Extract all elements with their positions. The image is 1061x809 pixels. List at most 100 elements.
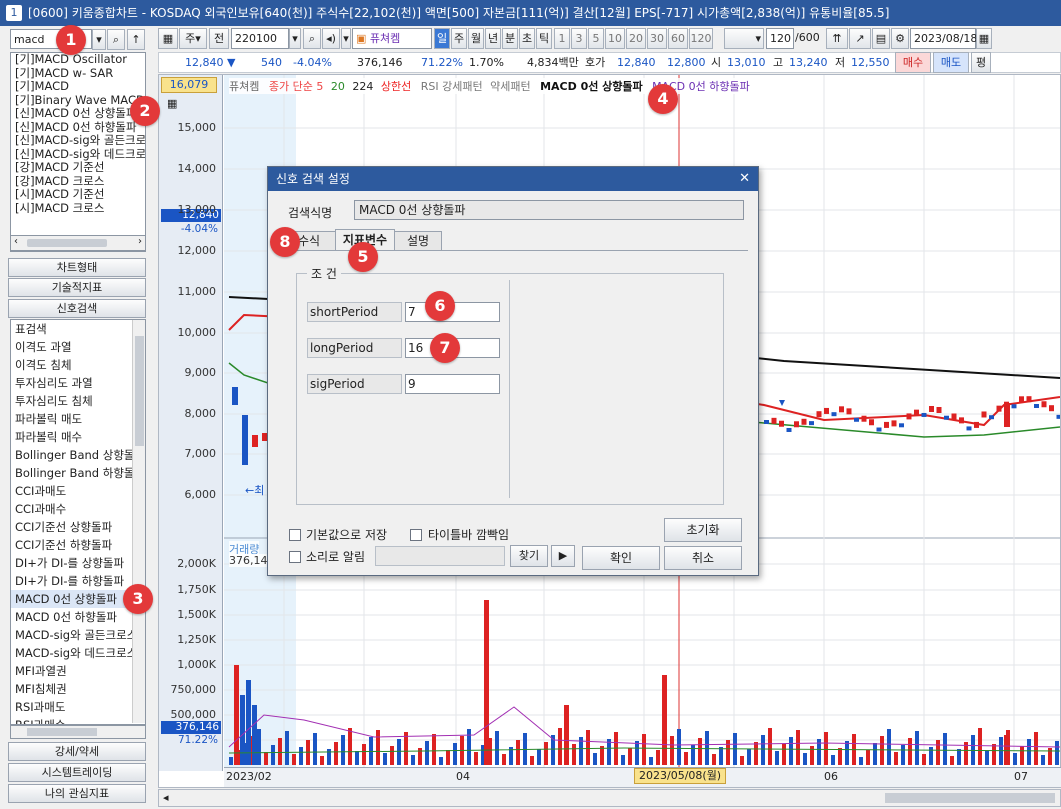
signal-list-item[interactable]: DI+가 DI-를 하향돌파 bbox=[11, 572, 145, 590]
signal-list-item[interactable]: 투자심리도 과열 bbox=[11, 374, 145, 392]
signal-list-item[interactable]: DI+가 DI-를 상향돌파 bbox=[11, 554, 145, 572]
find-button[interactable]: 찾기 bbox=[510, 545, 548, 567]
indicator-list-item[interactable]: [시]MACD 크로스 bbox=[11, 202, 145, 216]
tab-description[interactable]: 설명 bbox=[394, 231, 442, 251]
signal-list-item[interactable]: 파라볼릭 매도 bbox=[11, 410, 145, 428]
hscroll-thumb[interactable] bbox=[27, 728, 97, 736]
period-select[interactable]: 주▾ bbox=[179, 28, 207, 49]
chart-scroll-thumb[interactable] bbox=[885, 793, 1055, 803]
add-indicator-button[interactable]: ⇈ bbox=[826, 28, 848, 49]
stock-code-input[interactable]: 220100 bbox=[231, 28, 289, 49]
signal-list-item[interactable]: 이격도 과열 bbox=[11, 338, 145, 356]
count-preset-button[interactable]: 5 bbox=[588, 28, 604, 49]
signal-list-item[interactable]: 투자심리도 침체 bbox=[11, 392, 145, 410]
param-input-sig[interactable]: 9 bbox=[405, 374, 500, 394]
count-preset-button[interactable]: 20 bbox=[626, 28, 646, 49]
signal-list-item[interactable]: CCI기준선 하향돌파 bbox=[11, 536, 145, 554]
indicator-list-item[interactable]: [기]MACD w- SAR bbox=[11, 67, 145, 81]
search-dropdown-button[interactable]: ▾ bbox=[92, 29, 106, 50]
date-input[interactable]: 2023/08/18 bbox=[910, 28, 977, 49]
calendar-button[interactable]: ▦ bbox=[976, 28, 992, 49]
count-preset-button[interactable]: 1 bbox=[554, 28, 570, 49]
nav-strength[interactable]: 강세/약세 bbox=[8, 742, 146, 761]
signal-list-vscrollbar[interactable] bbox=[132, 320, 145, 723]
stock-name-field[interactable]: ▣ 퓨쳐켐 bbox=[352, 28, 432, 49]
indicator-list-item[interactable]: [강]MACD 기준선 bbox=[11, 161, 145, 175]
code-dropdown[interactable]: ▾ bbox=[289, 28, 301, 49]
up-button[interactable]: ↑ bbox=[127, 29, 145, 50]
indicator-list-item[interactable]: [강]MACD 크로스 bbox=[11, 175, 145, 189]
name-field[interactable]: MACD 0선 상향돌파 bbox=[354, 200, 744, 220]
close-icon[interactable]: ✕ bbox=[739, 167, 750, 191]
signal-list-item[interactable]: MFI침체권 bbox=[11, 680, 145, 698]
vscroll-thumb[interactable] bbox=[135, 336, 144, 446]
sell-button[interactable]: 매도 bbox=[933, 52, 969, 73]
save-button[interactable]: ▤ bbox=[872, 28, 890, 49]
signal-list-hscrollbar[interactable] bbox=[10, 725, 146, 739]
period-button[interactable]: 주 bbox=[451, 28, 467, 49]
signal-list-item[interactable]: CCI과매도 bbox=[11, 482, 145, 500]
speaker-dropdown[interactable]: ▾ bbox=[341, 28, 351, 49]
cancel-button[interactable]: 취소 bbox=[664, 546, 742, 570]
eval-button[interactable]: 평 bbox=[971, 52, 991, 73]
trend-tool-button[interactable]: ↗ bbox=[849, 28, 871, 49]
count-input[interactable]: 120 bbox=[766, 28, 794, 49]
search-button[interactable]: ⌕ bbox=[303, 28, 321, 49]
period-button[interactable]: 틱 bbox=[536, 28, 552, 49]
indicator-list-scrollbar[interactable]: ‹ › bbox=[10, 235, 146, 251]
unit-select[interactable]: ▾ bbox=[724, 28, 764, 49]
reset-button[interactable]: 초기화 bbox=[664, 518, 742, 542]
indicator-list-item[interactable]: [기]MACD Oscillator bbox=[11, 53, 145, 67]
nav-signal-search[interactable]: 신호검색 bbox=[8, 299, 146, 318]
indicator-list-item[interactable]: [신]MACD 0선 하향돌파 bbox=[11, 121, 145, 135]
signal-list-item[interactable]: RSI과매도 bbox=[11, 698, 145, 716]
period-button[interactable]: 월 bbox=[468, 28, 484, 49]
period-button[interactable]: 일 bbox=[434, 28, 450, 49]
indicator-list-item[interactable]: [신]MACD 0선 상향돌파 bbox=[11, 107, 145, 121]
play-button[interactable]: ▶ bbox=[551, 545, 575, 567]
signal-list-item[interactable]: MACD-sig와 골든크로스 bbox=[11, 626, 145, 644]
count-preset-button[interactable]: 3 bbox=[571, 28, 587, 49]
signal-list-item[interactable]: CCI과매수 bbox=[11, 500, 145, 518]
chart-hscrollbar[interactable]: ◂ bbox=[158, 789, 1061, 807]
signal-list-item[interactable]: 표검색 bbox=[11, 320, 145, 338]
signal-list-item[interactable]: MACD 0선 하향돌파 bbox=[11, 608, 145, 626]
scroll-thumb[interactable] bbox=[27, 239, 107, 247]
prev-button[interactable]: 전 bbox=[209, 28, 229, 49]
signal-list-item[interactable]: CCI기준선 상향돌파 bbox=[11, 518, 145, 536]
nav-tech-indicator[interactable]: 기술적지표 bbox=[8, 278, 146, 297]
signal-list-item[interactable]: Bollinger Band 하향돌파 bbox=[11, 464, 145, 482]
signal-list-item[interactable]: 이격도 침체 bbox=[11, 356, 145, 374]
count-preset-button[interactable]: 60 bbox=[668, 28, 688, 49]
speaker-button[interactable]: ◂) bbox=[322, 28, 340, 49]
signal-list-item[interactable]: Bollinger Band 상향돌파 bbox=[11, 446, 145, 464]
indicator-list-item[interactable]: [기]MACD bbox=[11, 80, 145, 94]
ok-button[interactable]: 확인 bbox=[582, 546, 660, 570]
indicator-list-item[interactable]: [신]MACD-sig와 골든크로스 bbox=[11, 134, 145, 148]
period-button[interactable]: 초 bbox=[519, 28, 535, 49]
save-default-checkbox[interactable] bbox=[289, 529, 301, 541]
signal-list-item[interactable]: MFI과열권 bbox=[11, 662, 145, 680]
indicator-list-item[interactable]: [신]MACD-sig와 데드크로스 bbox=[11, 148, 145, 162]
nav-system-trading[interactable]: 시스템트레이딩 bbox=[8, 763, 146, 782]
signal-list-item[interactable]: MACD-sig와 데드크로스 bbox=[11, 644, 145, 662]
indicator-list-item[interactable]: [시]MACD 기준선 bbox=[11, 188, 145, 202]
signal-list-item[interactable]: 파라볼릭 매수 bbox=[11, 428, 145, 446]
indicator-list-item[interactable]: [기]Binary Wave MACD bbox=[11, 94, 145, 108]
sound-alert-checkbox[interactable] bbox=[289, 551, 301, 563]
signal-list-item[interactable]: RSI과매수 bbox=[11, 716, 145, 724]
nav-my-favorites[interactable]: 나의 관심지표 bbox=[8, 784, 146, 803]
sound-file-field[interactable] bbox=[375, 546, 505, 566]
nav-chart-type[interactable]: 차트형태 bbox=[8, 258, 146, 277]
search-button[interactable]: ⌕ bbox=[107, 29, 125, 50]
count-preset-button[interactable]: 10 bbox=[605, 28, 625, 49]
settings-button[interactable]: ⚙ bbox=[891, 28, 909, 49]
chart-mini-icon[interactable]: ▦ bbox=[167, 97, 177, 110]
period-button[interactable]: 분 bbox=[502, 28, 518, 49]
count-preset-button[interactable]: 120 bbox=[689, 28, 713, 49]
buy-button[interactable]: 매수 bbox=[895, 52, 931, 73]
count-preset-button[interactable]: 30 bbox=[647, 28, 667, 49]
chart-menu-button[interactable]: ▦ bbox=[158, 28, 178, 49]
period-button[interactable]: 년 bbox=[485, 28, 501, 49]
titlebar-blink-checkbox[interactable] bbox=[410, 529, 422, 541]
